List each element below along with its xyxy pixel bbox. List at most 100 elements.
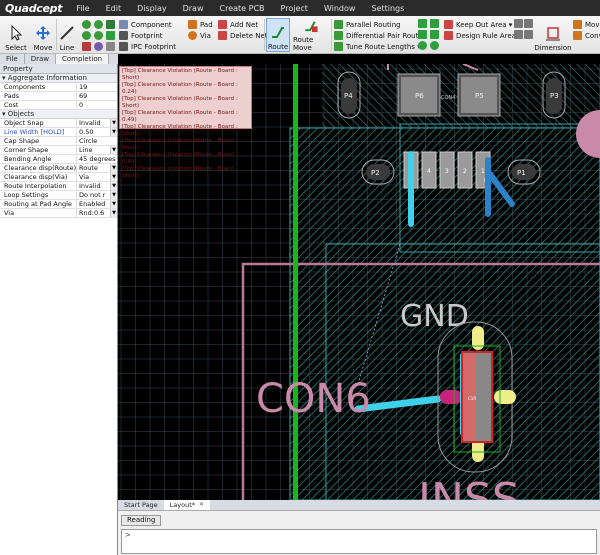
- close-icon[interactable]: ✕: [199, 500, 204, 510]
- differential-pair-button[interactable]: Differential Pair Routes: [334, 30, 426, 41]
- dropdown-icon[interactable]: ▼: [110, 128, 117, 136]
- dropdown-icon[interactable]: ▼: [110, 182, 117, 190]
- edit-tool-icon[interactable]: [82, 42, 91, 51]
- image-tool-icon[interactable]: [106, 42, 115, 51]
- move-button[interactable]: Move: [32, 18, 54, 52]
- property-row[interactable]: Clearance disp(Via) Via ▼: [0, 173, 117, 182]
- drc-message[interactable]: [Top] Clearance Violation (Route - Board…: [122, 96, 249, 110]
- design-rule-area-button[interactable]: Design Rule Area ▾: [444, 30, 522, 41]
- green-track[interactable]: [293, 64, 298, 500]
- grid-3-icon[interactable]: [514, 30, 523, 39]
- pad-button[interactable]: Pad: [188, 19, 213, 30]
- property-value[interactable]: 19: [77, 83, 117, 91]
- property-value[interactable]: Invalid: [77, 182, 110, 190]
- text-tool-icon[interactable]: [106, 20, 115, 29]
- arc-tool-icon[interactable]: [82, 31, 91, 40]
- parallel-routing-button[interactable]: Parallel Routing: [334, 19, 401, 30]
- tab-start-page[interactable]: Start Page: [118, 500, 164, 510]
- drc-message[interactable]: [Top] Clearance Violation (Route - Board…: [122, 82, 249, 96]
- mov-button[interactable]: Mov: [573, 19, 599, 30]
- tab-draw[interactable]: Draw: [25, 54, 57, 64]
- menu-draw[interactable]: Draw: [175, 4, 212, 13]
- property-row[interactable]: Object Snap Invalid ▼: [0, 119, 117, 128]
- property-value[interactable]: Invalid: [77, 119, 110, 127]
- layer-fill-icon[interactable]: [418, 19, 427, 28]
- layer-fill-4-icon[interactable]: [430, 30, 439, 39]
- property-row[interactable]: Via Rnd:0.6 ▼: [0, 209, 117, 218]
- menu-edit[interactable]: Edit: [98, 4, 130, 13]
- grid-4-icon[interactable]: [524, 30, 533, 39]
- property-row[interactable]: Bending Angle 45 degrees: [0, 155, 117, 164]
- property-value[interactable]: 45 degrees: [77, 155, 117, 163]
- menu-create-pcb[interactable]: Create PCB: [212, 4, 273, 13]
- drc-message[interactable]: [Top] Clearance Violation (Route - Board…: [122, 152, 249, 166]
- ipc-footprint-button[interactable]: IPC Footprint: [119, 41, 176, 52]
- command-input[interactable]: >: [121, 529, 597, 554]
- property-value[interactable]: Enabled: [77, 200, 110, 208]
- tab-file[interactable]: File: [0, 54, 25, 64]
- dropdown-icon[interactable]: ▼: [110, 191, 117, 199]
- circle-tool-icon[interactable]: [82, 20, 91, 29]
- drc-violation-list[interactable]: [Top] Clearance Violation (Route - Board…: [119, 66, 252, 179]
- grid-icon[interactable]: [514, 19, 523, 28]
- via-button[interactable]: Via: [188, 30, 211, 41]
- menu-settings[interactable]: Settings: [363, 4, 412, 13]
- property-value[interactable]: 0: [77, 101, 117, 109]
- property-value[interactable]: Rnd:0.6: [77, 209, 110, 217]
- route-move-button[interactable]: Route Move: [293, 18, 329, 52]
- dropdown-icon[interactable]: ▼: [110, 119, 117, 127]
- dimension-button[interactable]: Dimension: [534, 18, 572, 52]
- drc-message[interactable]: [Top] Clearance Violation (Route - Board…: [122, 110, 249, 124]
- tune-route-lengths-button[interactable]: Tune Route Lengths ▾: [334, 41, 421, 52]
- property-value[interactable]: Circle: [77, 137, 117, 145]
- dropdown-icon[interactable]: ▼: [110, 200, 117, 208]
- property-row[interactable]: Cost 0: [0, 101, 117, 110]
- property-row[interactable]: Pads 69: [0, 92, 117, 101]
- property-value[interactable]: 0.50: [77, 128, 110, 136]
- property-row[interactable]: Loop Settings Do not r ▼: [0, 191, 117, 200]
- menu-project[interactable]: Project: [273, 4, 316, 13]
- property-row[interactable]: Components 19: [0, 83, 117, 92]
- component-button[interactable]: Component: [119, 19, 172, 30]
- dropdown-icon[interactable]: ▼: [110, 164, 117, 172]
- dropdown-icon[interactable]: ▼: [110, 209, 117, 217]
- property-value[interactable]: Do not r: [77, 191, 110, 199]
- tab-completion[interactable]: Completion: [56, 54, 110, 64]
- layer-fill-6-icon[interactable]: [430, 41, 439, 50]
- property-row[interactable]: Routing at Pad Angle Enabled ▼: [0, 200, 117, 209]
- grid-2-icon[interactable]: [524, 19, 533, 28]
- property-row[interactable]: Cap Shape Circle: [0, 137, 117, 146]
- keep-out-area-button[interactable]: Keep Out Area ▾: [444, 19, 512, 30]
- reading-button[interactable]: Reading: [121, 515, 162, 526]
- menu-window[interactable]: Window: [316, 4, 364, 13]
- drc-message[interactable]: [Top] Clearance Violation (Route - Board…: [122, 68, 249, 82]
- dropdown-icon[interactable]: ▼: [110, 173, 117, 181]
- conv-button[interactable]: Conv: [573, 30, 600, 41]
- rect-tool-icon[interactable]: [106, 31, 115, 40]
- aggregate-group[interactable]: ▾ Aggregate Information: [0, 74, 117, 83]
- dropdown-icon[interactable]: ▼: [110, 146, 117, 154]
- select-button[interactable]: Select: [5, 18, 27, 52]
- property-value[interactable]: Via: [77, 173, 110, 181]
- c1-pad-right[interactable]: [494, 390, 516, 404]
- menu-display[interactable]: Display: [129, 4, 175, 13]
- circle-2-tool-icon[interactable]: [94, 20, 103, 29]
- layer-fill-3-icon[interactable]: [418, 30, 427, 39]
- c1-pad-left[interactable]: [440, 390, 462, 404]
- property-value[interactable]: Line: [77, 146, 110, 154]
- drc-message[interactable]: [Top] Clearance Violation (Route - Board…: [122, 166, 249, 180]
- line-button[interactable]: Line: [58, 18, 76, 52]
- property-row[interactable]: Corner Shape Line ▼: [0, 146, 117, 155]
- add-net-button[interactable]: Add Net: [218, 19, 258, 30]
- drc-message[interactable]: [Top] Clearance Violation (Route - Board…: [122, 124, 249, 138]
- pcb-canvas[interactable]: P4 P6 P5 P3 CON4 P2 P1 5 4 3 2 1 Mn GND …: [118, 64, 600, 500]
- footprint-button[interactable]: Footprint: [119, 30, 163, 41]
- route-button[interactable]: Route: [266, 18, 290, 52]
- property-value[interactable]: 69: [77, 92, 117, 100]
- property-row[interactable]: Line Width [HOLD] 0.50 ▼: [0, 128, 117, 137]
- ellipse-tool-icon[interactable]: [94, 42, 103, 51]
- arc-2-tool-icon[interactable]: [94, 31, 103, 40]
- layer-fill-5-icon[interactable]: [418, 41, 427, 50]
- tab-layout[interactable]: Layout* ✕: [163, 500, 211, 510]
- property-value[interactable]: Route: [77, 164, 110, 172]
